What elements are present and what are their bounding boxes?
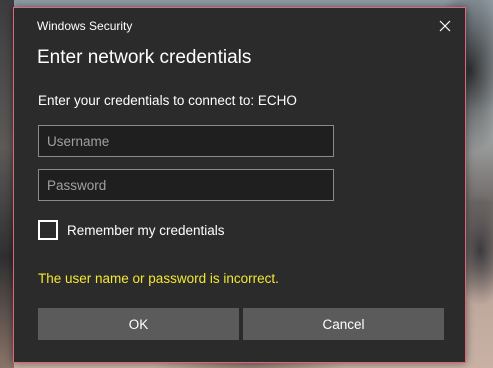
remember-credentials-option[interactable]: Remember my credentials bbox=[38, 219, 225, 241]
error-message: The user name or password is incorrect. bbox=[38, 271, 279, 286]
close-button[interactable] bbox=[431, 12, 459, 40]
dialog-heading: Enter network credentials bbox=[37, 47, 252, 68]
window-title: Windows Security bbox=[37, 19, 133, 33]
cancel-button[interactable]: Cancel bbox=[243, 308, 444, 340]
credentials-dialog: Windows Security Enter network credentia… bbox=[13, 7, 466, 363]
connect-target-text: Enter your credentials to connect to: EC… bbox=[38, 93, 297, 108]
title-bar: Windows Security bbox=[14, 8, 465, 44]
password-input[interactable] bbox=[38, 169, 334, 201]
desktop-background bbox=[0, 0, 14, 368]
remember-credentials-checkbox[interactable] bbox=[38, 220, 58, 240]
username-input[interactable] bbox=[38, 125, 334, 157]
close-icon bbox=[439, 20, 451, 32]
remember-credentials-label: Remember my credentials bbox=[67, 222, 225, 238]
ok-button[interactable]: OK bbox=[38, 308, 239, 340]
